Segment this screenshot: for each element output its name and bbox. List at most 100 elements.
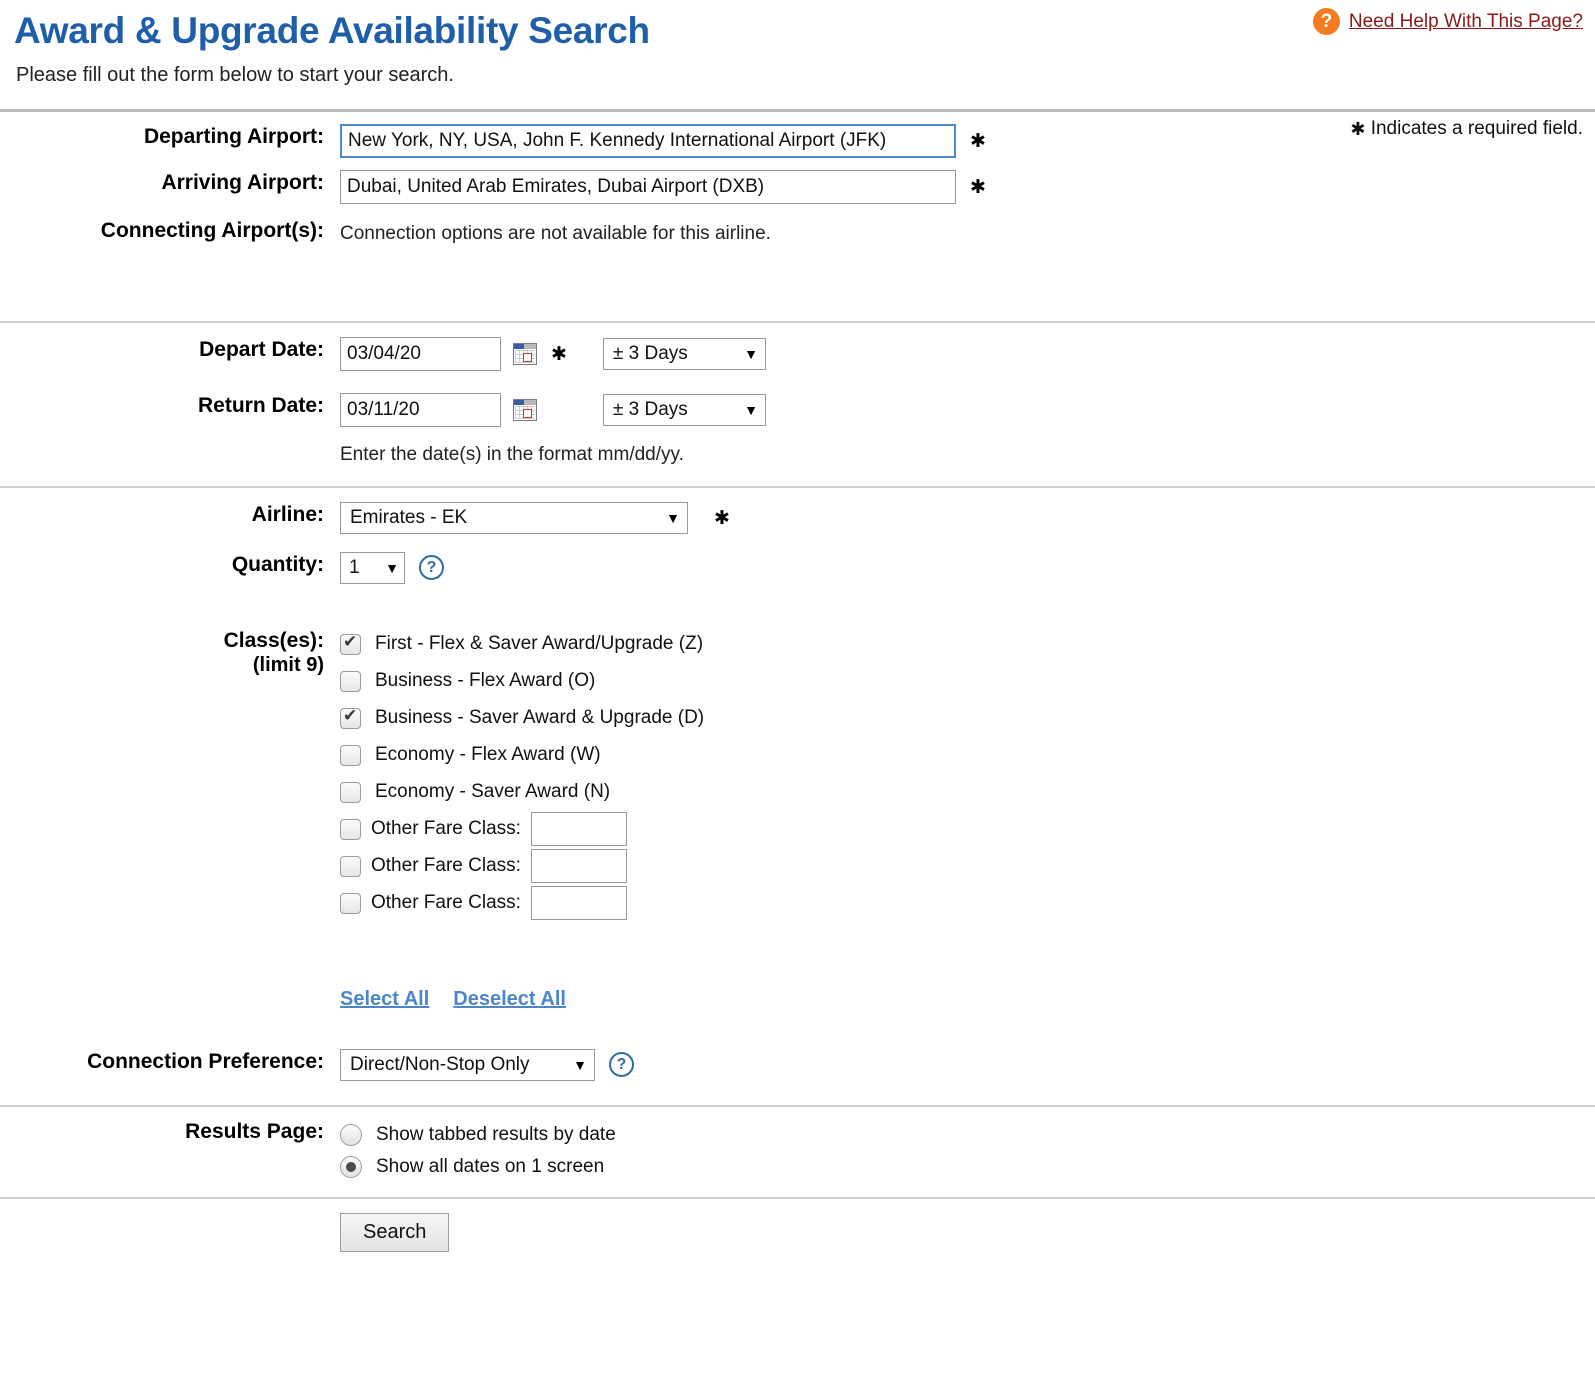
depart-date-input[interactable]: [340, 336, 501, 371]
class-label-economy-saver: Economy - Saver Award (N): [375, 781, 611, 803]
radio-all-dates-one-screen[interactable]: [340, 1155, 362, 1178]
deselect-all-link[interactable]: Deselect All: [453, 988, 566, 1011]
page-subtitle: Please fill out the form below to start …: [16, 63, 454, 86]
other-fare-class-row[interactable]: Other Fare Class:: [340, 885, 704, 922]
airline-select-value: Emirates - EK: [350, 506, 468, 528]
other-fare-class-checkbox-2[interactable]: [340, 855, 361, 877]
class-checkbox-row[interactable]: Economy - Flex Award (W): [340, 737, 704, 774]
need-help-link[interactable]: Need Help With This Page?: [1349, 11, 1583, 33]
class-label-business-saver: Business - Saver Award & Upgrade (D): [375, 707, 705, 729]
departing-airport-input[interactable]: [340, 123, 956, 158]
depart-date-row: Depart Date: ✱ ± 3 Days ▼: [0, 336, 1595, 371]
chevron-down-icon: ▼: [744, 345, 758, 362]
depart-date-required-asterisk-icon: ✱: [551, 342, 567, 365]
radio-tabbed-results-by-date[interactable]: [340, 1123, 362, 1146]
connection-preference-row: Connection Preference: Direct/Non-Stop O…: [0, 1048, 1595, 1081]
class-checkbox-business-saver[interactable]: [340, 706, 361, 729]
return-date-flex-select[interactable]: ± 3 Days ▼: [602, 393, 766, 426]
airline-select[interactable]: Emirates - EK ▼: [340, 501, 688, 534]
connection-preference-help-icon[interactable]: ?: [609, 1052, 634, 1078]
need-help-link-group[interactable]: ? Need Help With This Page?: [1312, 8, 1583, 35]
arriving-airport-input[interactable]: [340, 169, 956, 204]
class-checkbox-first-flex-saver[interactable]: [340, 632, 361, 655]
connection-preference-label: Connection Preference:: [87, 1049, 324, 1073]
question-mark-circle-icon[interactable]: ?: [1312, 8, 1340, 35]
chevron-down-icon: ▼: [666, 509, 680, 526]
radio-label-tabbed-results-by-date: Show tabbed results by date: [376, 1123, 616, 1145]
quantity-row: Quantity: 1 ▼ ?: [0, 551, 1595, 584]
other-fare-class-row[interactable]: Other Fare Class:: [340, 811, 704, 848]
depart-date-label: Depart Date:: [199, 337, 324, 361]
quantity-help-icon[interactable]: ?: [419, 555, 444, 581]
radio-label-all-dates-one-screen: Show all dates on 1 screen: [376, 1155, 605, 1177]
quantity-label: Quantity:: [231, 552, 324, 576]
class-checkbox-row[interactable]: Business - Flex Award (O): [340, 663, 704, 700]
classes-label-group: Class(es): (limit 9): [0, 626, 340, 677]
results-page-label: Results Page:: [185, 1119, 324, 1143]
airline-row: Airline: Emirates - EK ▼ ✱: [0, 501, 1595, 534]
other-fare-class-input-2[interactable]: [530, 849, 627, 884]
class-label-business-flex: Business - Flex Award (O): [375, 670, 596, 692]
date-format-hint-row: Enter the date(s) in the format mm/dd/yy…: [0, 439, 1595, 466]
connecting-airports-message: Connection options are not available for…: [340, 222, 771, 244]
page-header: Award & Upgrade Availability Search Plea…: [0, 0, 1595, 140]
actions-section: Search: [0, 1199, 1595, 1252]
other-fare-class-input-1[interactable]: [530, 812, 627, 847]
chevron-down-icon: ▼: [744, 401, 758, 418]
chevron-down-icon: ▼: [385, 559, 399, 576]
arriving-airport-row: Arriving Airport: ✱: [0, 169, 1595, 204]
departing-airport-required-asterisk-icon: ✱: [970, 129, 986, 152]
connection-preference-value: Direct/Non-Stop Only: [350, 1053, 530, 1075]
class-checkbox-row[interactable]: First - Flex & Saver Award/Upgrade (Z): [340, 626, 704, 663]
other-fare-class-label-2: Other Fare Class:: [371, 855, 521, 877]
airline-label: Airline:: [251, 502, 324, 526]
airline-required-asterisk-icon: ✱: [714, 506, 730, 529]
return-date-input[interactable]: [340, 392, 501, 427]
results-page-radio-group: Show tabbed results by date Show all dat…: [340, 1119, 616, 1183]
search-button[interactable]: Search: [340, 1212, 450, 1252]
return-date-calendar-icon[interactable]: [513, 398, 537, 421]
class-checkbox-economy-flex[interactable]: [340, 744, 361, 766]
class-label-economy-flex: Economy - Flex Award (W): [375, 744, 601, 766]
other-fare-class-label-1: Other Fare Class:: [371, 818, 521, 840]
arriving-airport-label: Arriving Airport:: [161, 170, 324, 194]
results-page-option-row[interactable]: Show tabbed results by date: [340, 1119, 616, 1151]
return-date-flex-value: ± 3 Days: [612, 398, 688, 420]
departing-airport-row: Departing Airport: ✱: [0, 123, 1595, 158]
class-checkbox-row[interactable]: Economy - Saver Award (N): [340, 774, 704, 811]
depart-date-flex-select[interactable]: ± 3 Days ▼: [602, 337, 766, 370]
classes-limit-label: (limit 9): [252, 653, 324, 676]
results-page-option-row[interactable]: Show all dates on 1 screen: [340, 1151, 616, 1183]
results-page-section: Results Page: Show tabbed results by dat…: [0, 1107, 1595, 1197]
other-fare-class-checkbox-1[interactable]: [340, 818, 361, 840]
class-checkbox-economy-saver[interactable]: [340, 781, 361, 803]
dates-section: Depart Date: ✱ ± 3 Days ▼ Return Date: ✱…: [0, 323, 1595, 486]
other-fare-class-input-3[interactable]: [530, 886, 627, 921]
classes-label: Class(es):: [223, 628, 324, 652]
select-all-link[interactable]: Select All: [340, 988, 429, 1011]
return-date-row: Return Date: ✱ ± 3 Days ▼: [0, 392, 1595, 427]
depart-date-calendar-icon[interactable]: [513, 342, 537, 365]
airline-options-section: Airline: Emirates - EK ▼ ✱ Quantity: 1 ▼…: [0, 488, 1595, 1105]
quantity-select[interactable]: 1 ▼: [340, 551, 405, 584]
quantity-select-value: 1: [349, 556, 360, 578]
select-links-row: Select All Deselect All: [0, 988, 1595, 1011]
results-page-row: Results Page: Show tabbed results by dat…: [0, 1119, 1595, 1183]
other-fare-class-label-3: Other Fare Class:: [371, 892, 521, 914]
depart-date-flex-value: ± 3 Days: [612, 342, 688, 364]
airports-section: Departing Airport: ✱ Arriving Airport: ✱…: [0, 112, 1595, 321]
class-label-first-flex-saver: First - Flex & Saver Award/Upgrade (Z): [375, 633, 704, 655]
return-date-label: Return Date:: [197, 393, 324, 417]
connecting-airports-row: Connecting Airport(s): Connection option…: [0, 218, 1595, 245]
classes-row: Class(es): (limit 9) First - Flex & Save…: [0, 626, 1595, 922]
classes-checkbox-list: First - Flex & Saver Award/Upgrade (Z) B…: [340, 626, 704, 922]
other-fare-class-checkbox-3[interactable]: [340, 892, 361, 914]
arriving-airport-required-asterisk-icon: ✱: [970, 175, 986, 198]
class-checkbox-business-flex[interactable]: [340, 670, 361, 692]
search-button-row: Search: [0, 1212, 1595, 1252]
other-fare-class-row[interactable]: Other Fare Class:: [340, 848, 704, 885]
class-checkbox-row[interactable]: Business - Saver Award & Upgrade (D): [340, 700, 704, 737]
connection-preference-select[interactable]: Direct/Non-Stop Only ▼: [340, 1048, 595, 1081]
date-format-hint: Enter the date(s) in the format mm/dd/yy…: [340, 443, 684, 465]
connecting-airports-label: Connecting Airport(s):: [100, 218, 324, 242]
